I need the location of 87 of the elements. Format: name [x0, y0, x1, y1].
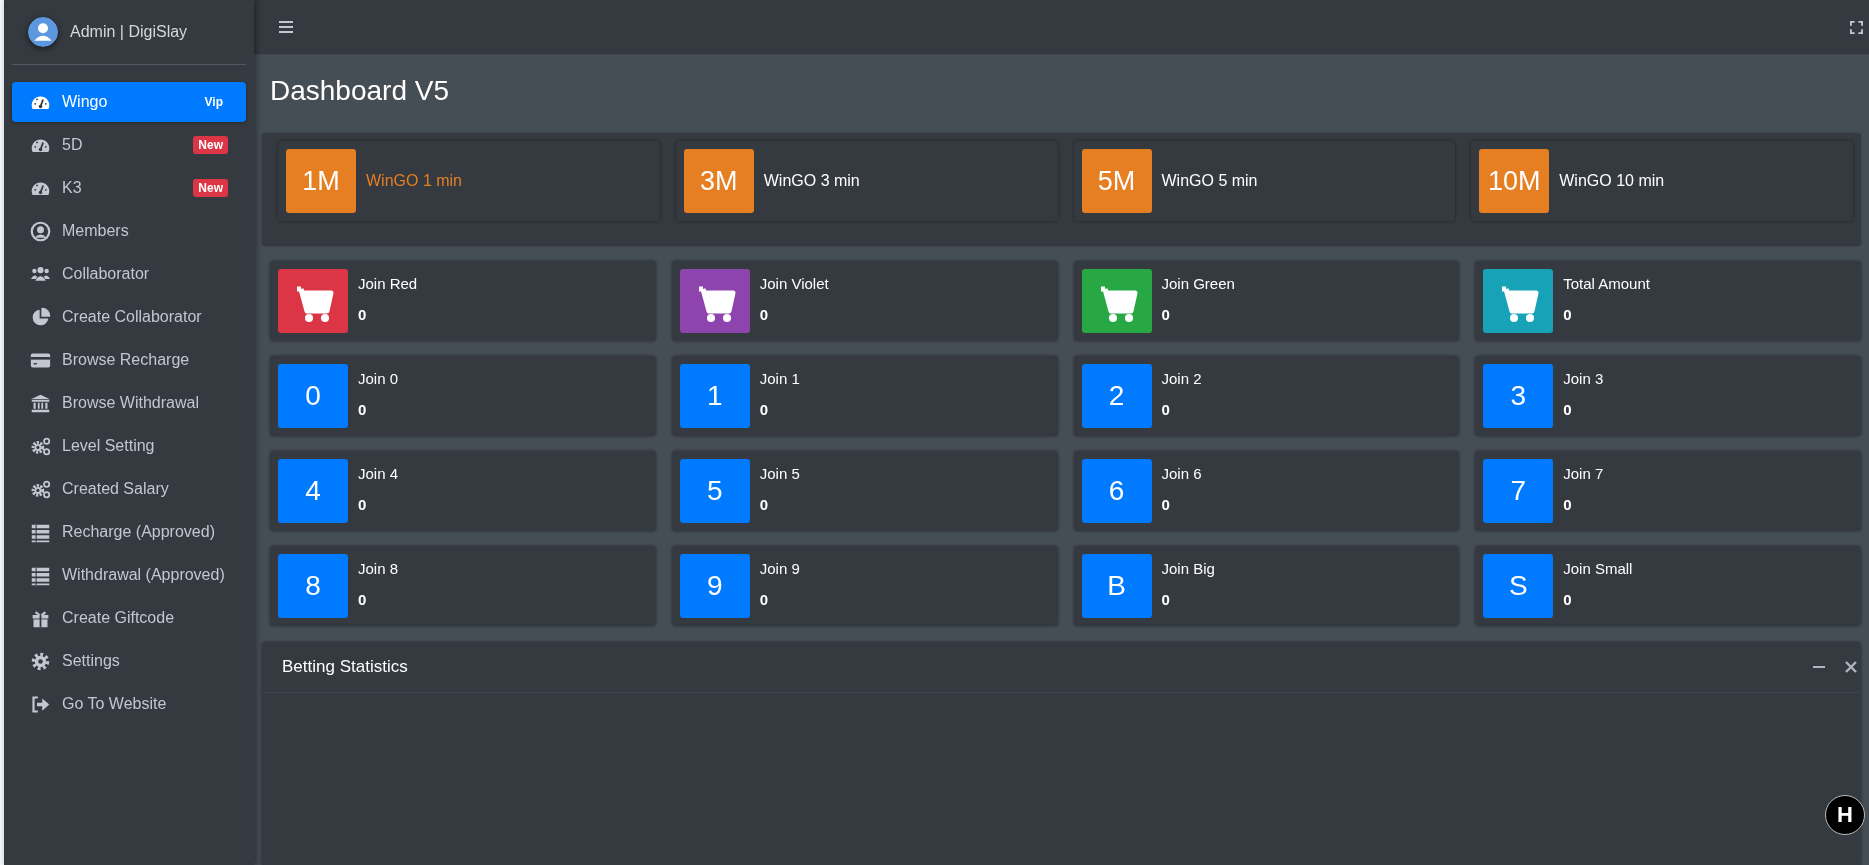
- card-label: Join 9: [759, 560, 800, 577]
- game-label: WinGO 3 min: [763, 172, 860, 190]
- card-label: Join 0: [358, 370, 399, 387]
- card-value: 0: [358, 401, 368, 418]
- card-label: Join 7: [1563, 465, 1604, 482]
- gears-icon: [30, 435, 51, 457]
- card-value: 0: [358, 591, 368, 608]
- number-tile: 3: [1483, 364, 1554, 428]
- sidebar-item[interactable]: Browse Withdrawal: [12, 383, 246, 423]
- number-tile: 7: [1483, 459, 1554, 523]
- sidebar-item[interactable]: Create Giftcode: [12, 598, 246, 638]
- game-card[interactable]: 5M WinGO 5 min: [1073, 141, 1456, 221]
- number-tile: 1: [679, 364, 750, 428]
- number-tile: 8: [278, 554, 348, 618]
- sidebar-item[interactable]: Wingo Vip: [12, 82, 246, 122]
- card-value: 0: [759, 591, 770, 608]
- card-label: Join 2: [1161, 370, 1202, 387]
- card-label: Total Amount: [1563, 275, 1650, 292]
- card-label: Join 5: [759, 465, 800, 482]
- game-label: WinGO 1 min: [366, 172, 462, 190]
- card-label: Join Big: [1161, 560, 1215, 577]
- card-value: 0: [1563, 306, 1573, 323]
- card-value: 0: [759, 401, 770, 418]
- settings-icon: [30, 650, 51, 672]
- fullscreen-icon[interactable]: [1850, 20, 1863, 34]
- badge: New: [193, 136, 228, 154]
- menu-icon[interactable]: [279, 21, 293, 33]
- admin-name: Admin | DigiSlay: [70, 23, 188, 41]
- card-value: 0: [358, 306, 368, 323]
- number-tile: 2: [1081, 364, 1152, 428]
- sidebar-item[interactable]: Create Collaborator: [12, 297, 246, 337]
- card-label: Join 3: [1563, 370, 1604, 387]
- game-code-tile: 1M: [286, 149, 356, 213]
- game-card[interactable]: 10M WinGO 10 min: [1471, 141, 1853, 221]
- number-tile: 0: [278, 364, 348, 428]
- pie-chart-icon: [30, 306, 51, 328]
- game-code-tile: 10M: [1479, 149, 1550, 213]
- close-icon[interactable]: [1845, 661, 1857, 673]
- avatar-icon: [28, 17, 58, 47]
- card-label: Join 6: [1161, 465, 1202, 482]
- card-value: 0: [1161, 591, 1171, 608]
- number-tile: B: [1081, 554, 1152, 618]
- sidebar-item[interactable]: Withdrawal (Approved): [12, 555, 246, 595]
- sidebar-item[interactable]: Browse Recharge: [12, 340, 246, 380]
- card-value: 0: [1161, 306, 1171, 323]
- user-icon: [30, 220, 51, 242]
- game-label: WinGO 5 min: [1161, 172, 1258, 190]
- card-value: 0: [358, 496, 368, 513]
- sidebar-item[interactable]: Members: [12, 211, 246, 251]
- number-tile: 6: [1081, 459, 1152, 523]
- card-value: 0: [1161, 496, 1171, 513]
- card-label: Join 1: [759, 370, 800, 387]
- card-label: Join 8: [358, 560, 399, 577]
- number-tile: 9: [679, 554, 750, 618]
- bank-icon: [30, 392, 51, 414]
- game-card[interactable]: 3M WinGO 3 min: [675, 141, 1058, 221]
- sidebar-item[interactable]: Level Setting: [12, 426, 246, 466]
- card-title: Betting Statistics: [282, 657, 408, 677]
- card-label: Join Violet: [759, 275, 829, 292]
- sidebar-item[interactable]: Recharge (Approved): [12, 512, 246, 552]
- card-value: 0: [1161, 401, 1171, 418]
- gears-icon: [30, 478, 51, 500]
- game-label: WinGO 10 min: [1559, 172, 1665, 190]
- card-label: Join Green: [1161, 275, 1235, 292]
- game-code-tile: 3M: [683, 149, 754, 213]
- card-value: 0: [1563, 591, 1573, 608]
- sidebar-item[interactable]: 5D New: [12, 125, 246, 165]
- card-value: 0: [759, 496, 770, 513]
- game-card[interactable]: 1M WinGO 1 min: [278, 141, 660, 221]
- sign-out-icon: [30, 693, 51, 715]
- badge: New: [193, 179, 228, 197]
- sidebar-item[interactable]: Created Salary: [12, 469, 246, 509]
- card-value: 0: [1563, 401, 1573, 418]
- card-label: Join Small: [1563, 560, 1633, 577]
- page-title: Dashboard V5: [270, 74, 450, 108]
- number-tile: 4: [278, 459, 348, 523]
- sidebar-item[interactable]: Go To Website: [12, 684, 246, 724]
- card-label: Join 4: [358, 465, 399, 482]
- number-tile: S: [1483, 554, 1554, 618]
- sidebar-item[interactable]: K3 New: [12, 168, 246, 208]
- number-tile: 5: [679, 459, 750, 523]
- card-value: 0: [1563, 496, 1573, 513]
- sidebar-item[interactable]: Settings: [12, 641, 246, 681]
- game-code-tile: 5M: [1081, 149, 1152, 213]
- card-label: Join Red: [358, 275, 418, 292]
- sidebar-item[interactable]: Collaborator: [12, 254, 246, 294]
- card-value: 0: [759, 306, 770, 323]
